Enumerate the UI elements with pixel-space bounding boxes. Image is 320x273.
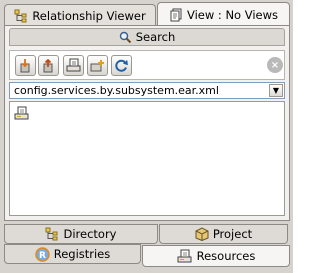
tab-relationship-viewer[interactable]: Relationship Viewer [4,4,156,26]
tab-directory-label: Directory [63,227,117,241]
tab-relationship-viewer-label: Relationship Viewer [32,8,146,23]
tab-directory[interactable]: Directory [4,224,158,244]
tab-view-label: View : No Views [186,7,279,22]
registry-r-icon: R [34,246,50,262]
list-item[interactable] [14,106,30,120]
tab-project-label: Project [212,227,253,241]
toolbar: × [9,50,285,80]
tab-registries[interactable]: R Registries [4,244,141,264]
import-button[interactable] [15,55,36,76]
import-icon [18,58,33,73]
file-select-value: config.services.by.subsystem.ear.xml [14,84,219,97]
tab-project[interactable]: Project [159,224,288,244]
directory-icon [45,227,59,241]
deploy-icon [66,58,81,73]
new-folder-button[interactable] [87,55,108,76]
stop-button[interactable]: × [267,57,283,73]
refresh-icon [114,58,129,73]
export-icon [41,58,56,73]
resources-panel: Search × config.services.by.subsystem.ea… [4,25,290,221]
refresh-button[interactable] [111,55,132,76]
magnifier-icon [119,31,132,44]
resources-icon [177,249,193,263]
tab-resources[interactable]: Resources [142,245,290,267]
deploy-button[interactable] [63,55,84,76]
export-button[interactable] [38,55,59,76]
view-pages-icon [169,8,183,22]
server-icon [14,106,30,120]
resource-browser-window: Relationship Viewer View : No Views Sear… [0,0,293,273]
tab-resources-label: Resources [196,249,256,263]
resource-list[interactable] [9,101,285,216]
tab-registries-label: Registries [53,247,111,261]
tab-view[interactable]: View : No Views [157,2,290,26]
stop-icon: × [270,59,280,71]
project-box-icon [195,227,209,241]
relationship-tree-icon [14,9,28,23]
svg-text:R: R [39,251,46,261]
file-select[interactable]: config.services.by.subsystem.ear.xml ▼ [9,82,285,99]
new-folder-icon [90,58,105,73]
tab-search-label: Search [135,30,176,44]
chevron-down-icon[interactable]: ▼ [269,84,283,97]
tab-search[interactable]: Search [9,28,285,46]
